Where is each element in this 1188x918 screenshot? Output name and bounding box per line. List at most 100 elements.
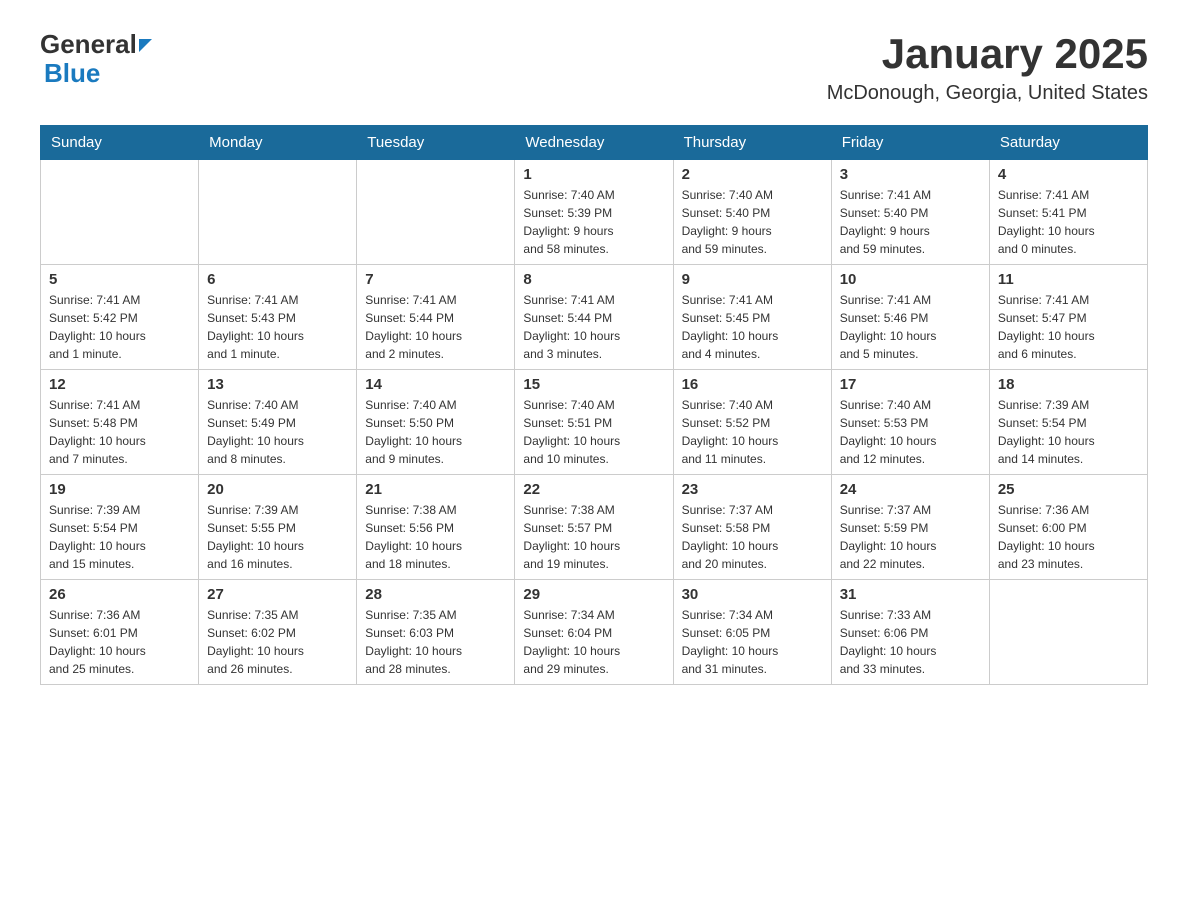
calendar-cell: 6 Sunrise: 7:41 AMSunset: 5:43 PMDaylight… — [199, 265, 357, 370]
day-info: Sunrise: 7:40 AMSunset: 5:50 PMDaylight:… — [365, 396, 506, 468]
day-number: 2 — [682, 166, 823, 183]
day-number: 5 — [49, 271, 190, 288]
day-number: 16 — [682, 376, 823, 393]
calendar-cell: 28Sunrise: 7:35 AMSunset: 6:03 PMDayligh… — [357, 580, 515, 685]
day-number: 8 — [523, 271, 664, 288]
day-info: Sunrise: 7:40 AMSunset: 5:49 PMDaylight:… — [207, 396, 348, 468]
weekday-header-monday: Monday — [199, 126, 357, 160]
calendar-cell: 14 Sunrise: 7:40 AMSunset: 5:50 PMDayligh… — [357, 370, 515, 475]
weekday-header-friday: Friday — [831, 126, 989, 160]
day-info: Sunrise: 7:33 AMSunset: 6:06 PMDaylight:… — [840, 606, 981, 678]
day-number: 1 — [523, 166, 664, 183]
day-info: Sunrise: 7:41 AMSunset: 5:41 PMDaylight:… — [998, 186, 1139, 258]
day-info: Sunrise: 7:41 AMSunset: 5:46 PMDaylight:… — [840, 291, 981, 363]
day-number: 4 — [998, 166, 1139, 183]
logo: General Blue — [40, 30, 152, 87]
calendar-cell: 8 Sunrise: 7:41 AMSunset: 5:44 PMDaylight… — [515, 265, 673, 370]
day-number: 7 — [365, 271, 506, 288]
month-title: January 2025 — [827, 30, 1148, 78]
day-number: 23 — [682, 481, 823, 498]
day-info: Sunrise: 7:41 AMSunset: 5:40 PMDaylight:… — [840, 186, 981, 258]
day-number: 12 — [49, 376, 190, 393]
calendar-cell: 26 Sunrise: 7:36 AMSunset: 6:01 PMDayligh… — [41, 580, 199, 685]
day-info: Sunrise: 7:39 AMSunset: 5:55 PMDaylight:… — [207, 501, 348, 573]
day-number: 17 — [840, 376, 981, 393]
calendar-cell — [357, 160, 515, 265]
title-area: January 2025 McDonough, Georgia, United … — [827, 30, 1148, 105]
calendar-week-row: 1 Sunrise: 7:40 AMSunset: 5:39 PMDaylight… — [41, 160, 1148, 265]
day-number: 27 — [207, 586, 348, 603]
calendar-table: SundayMondayTuesdayWednesdayThursdayFrid… — [40, 125, 1148, 685]
calendar-cell: 23 Sunrise: 7:37 AMSunset: 5:58 PMDayligh… — [673, 475, 831, 580]
day-info: Sunrise: 7:38 AMSunset: 5:57 PMDaylight:… — [523, 501, 664, 573]
weekday-header-sunday: Sunday — [41, 126, 199, 160]
day-number: 18 — [998, 376, 1139, 393]
day-number: 25 — [998, 481, 1139, 498]
calendar-week-row: 26 Sunrise: 7:36 AMSunset: 6:01 PMDayligh… — [41, 580, 1148, 685]
day-info: Sunrise: 7:37 AMSunset: 5:59 PMDaylight:… — [840, 501, 981, 573]
day-info: Sunrise: 7:35 AMSunset: 6:02 PMDaylight:… — [207, 606, 348, 678]
day-number: 14 — [365, 376, 506, 393]
day-info: Sunrise: 7:36 AMSunset: 6:01 PMDaylight:… — [49, 606, 190, 678]
day-info: Sunrise: 7:41 AMSunset: 5:42 PMDaylight:… — [49, 291, 190, 363]
day-info: Sunrise: 7:41 AMSunset: 5:45 PMDaylight:… — [682, 291, 823, 363]
calendar-cell: 7 Sunrise: 7:41 AMSunset: 5:44 PMDaylight… — [357, 265, 515, 370]
calendar-cell: 2Sunrise: 7:40 AMSunset: 5:40 PMDaylight… — [673, 160, 831, 265]
logo-general-text: General — [40, 30, 137, 59]
calendar-cell: 24 Sunrise: 7:37 AMSunset: 5:59 PMDayligh… — [831, 475, 989, 580]
day-number: 19 — [49, 481, 190, 498]
day-info: Sunrise: 7:41 AMSunset: 5:44 PMDaylight:… — [365, 291, 506, 363]
calendar-cell: 9 Sunrise: 7:41 AMSunset: 5:45 PMDaylight… — [673, 265, 831, 370]
calendar-cell: 29Sunrise: 7:34 AMSunset: 6:04 PMDayligh… — [515, 580, 673, 685]
day-info: Sunrise: 7:34 AMSunset: 6:04 PMDaylight:… — [523, 606, 664, 678]
calendar-cell: 22 Sunrise: 7:38 AMSunset: 5:57 PMDayligh… — [515, 475, 673, 580]
calendar-cell: 30Sunrise: 7:34 AMSunset: 6:05 PMDayligh… — [673, 580, 831, 685]
calendar-week-row: 19 Sunrise: 7:39 AMSunset: 5:54 PMDayligh… — [41, 475, 1148, 580]
day-info: Sunrise: 7:38 AMSunset: 5:56 PMDaylight:… — [365, 501, 506, 573]
day-number: 26 — [49, 586, 190, 603]
calendar-cell: 19 Sunrise: 7:39 AMSunset: 5:54 PMDayligh… — [41, 475, 199, 580]
day-number: 20 — [207, 481, 348, 498]
day-number: 22 — [523, 481, 664, 498]
calendar-cell: 12 Sunrise: 7:41 AMSunset: 5:48 PMDayligh… — [41, 370, 199, 475]
location-title: McDonough, Georgia, United States — [827, 82, 1148, 105]
day-info: Sunrise: 7:41 AMSunset: 5:44 PMDaylight:… — [523, 291, 664, 363]
day-number: 3 — [840, 166, 981, 183]
calendar-cell: 5 Sunrise: 7:41 AMSunset: 5:42 PMDaylight… — [41, 265, 199, 370]
day-info: Sunrise: 7:40 AMSunset: 5:53 PMDaylight:… — [840, 396, 981, 468]
day-info: Sunrise: 7:41 AMSunset: 5:47 PMDaylight:… — [998, 291, 1139, 363]
day-number: 9 — [682, 271, 823, 288]
day-info: Sunrise: 7:41 AMSunset: 5:43 PMDaylight:… — [207, 291, 348, 363]
weekday-header-saturday: Saturday — [989, 126, 1147, 160]
calendar-cell — [41, 160, 199, 265]
day-number: 28 — [365, 586, 506, 603]
calendar-cell: 11 Sunrise: 7:41 AMSunset: 5:47 PMDayligh… — [989, 265, 1147, 370]
calendar-cell: 1 Sunrise: 7:40 AMSunset: 5:39 PMDaylight… — [515, 160, 673, 265]
calendar-cell: 3 Sunrise: 7:41 AMSunset: 5:40 PMDaylight… — [831, 160, 989, 265]
day-number: 11 — [998, 271, 1139, 288]
day-info: Sunrise: 7:37 AMSunset: 5:58 PMDaylight:… — [682, 501, 823, 573]
calendar-cell: 31 Sunrise: 7:33 AMSunset: 6:06 PMDayligh… — [831, 580, 989, 685]
day-info: Sunrise: 7:39 AMSunset: 5:54 PMDaylight:… — [49, 501, 190, 573]
day-number: 24 — [840, 481, 981, 498]
calendar-cell: 15Sunrise: 7:40 AMSunset: 5:51 PMDayligh… — [515, 370, 673, 475]
day-number: 6 — [207, 271, 348, 288]
calendar-cell: 25Sunrise: 7:36 AMSunset: 6:00 PMDayligh… — [989, 475, 1147, 580]
day-info: Sunrise: 7:34 AMSunset: 6:05 PMDaylight:… — [682, 606, 823, 678]
calendar-cell: 16Sunrise: 7:40 AMSunset: 5:52 PMDayligh… — [673, 370, 831, 475]
day-info: Sunrise: 7:41 AMSunset: 5:48 PMDaylight:… — [49, 396, 190, 468]
calendar-cell: 20 Sunrise: 7:39 AMSunset: 5:55 PMDayligh… — [199, 475, 357, 580]
page-header: General Blue January 2025 McDonough, Geo… — [40, 30, 1148, 105]
day-info: Sunrise: 7:40 AMSunset: 5:39 PMDaylight:… — [523, 186, 664, 258]
calendar-cell: 13 Sunrise: 7:40 AMSunset: 5:49 PMDayligh… — [199, 370, 357, 475]
weekday-header-thursday: Thursday — [673, 126, 831, 160]
logo-blue-text: Blue — [44, 59, 152, 88]
day-number: 31 — [840, 586, 981, 603]
calendar-week-row: 12 Sunrise: 7:41 AMSunset: 5:48 PMDayligh… — [41, 370, 1148, 475]
calendar-cell — [199, 160, 357, 265]
calendar-cell: 17 Sunrise: 7:40 AMSunset: 5:53 PMDayligh… — [831, 370, 989, 475]
calendar-cell — [989, 580, 1147, 685]
calendar-week-row: 5 Sunrise: 7:41 AMSunset: 5:42 PMDaylight… — [41, 265, 1148, 370]
day-number: 13 — [207, 376, 348, 393]
day-info: Sunrise: 7:40 AMSunset: 5:51 PMDaylight:… — [523, 396, 664, 468]
